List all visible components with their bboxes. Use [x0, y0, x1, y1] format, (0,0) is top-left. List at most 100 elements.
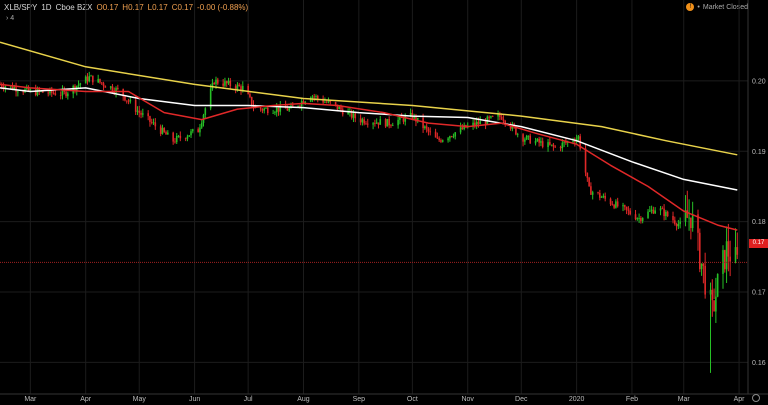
- candle-body: [641, 217, 644, 221]
- candle-body: [197, 129, 199, 133]
- candle-body: [340, 106, 342, 110]
- candle-body: [549, 142, 551, 145]
- candle-body: [54, 93, 57, 96]
- candle-body: [222, 83, 224, 86]
- candle-body: [124, 96, 126, 101]
- candle-body: [522, 134, 524, 142]
- candle-body: [554, 146, 556, 148]
- candle-body: [186, 136, 189, 139]
- y-tick-label: 0.16: [752, 360, 766, 367]
- x-tick-label: 2020: [569, 396, 585, 403]
- candle-body: [534, 141, 537, 144]
- candle-body: [524, 139, 526, 142]
- candle-body: [440, 140, 442, 142]
- candle-body: [490, 116, 492, 118]
- x-tick-label: Feb: [626, 396, 638, 403]
- settings-gear-icon[interactable]: [752, 394, 760, 402]
- candle-body: [136, 110, 139, 112]
- candle-body: [377, 122, 380, 125]
- candle-body: [224, 81, 226, 86]
- candle-body: [727, 241, 730, 257]
- y-tick-label: 0.18: [752, 219, 766, 226]
- candle-body: [538, 138, 540, 143]
- candle-body: [638, 218, 640, 219]
- candle-body: [159, 126, 162, 134]
- candle-body: [241, 85, 244, 91]
- x-tick-label: Oct: [407, 396, 418, 403]
- candle-body: [600, 197, 603, 198]
- candle-body: [477, 121, 480, 125]
- candle-body: [663, 208, 665, 217]
- candle-body: [17, 91, 19, 93]
- candle-body: [700, 263, 703, 270]
- candle-body: [484, 121, 487, 125]
- last-price-tag: 0.17: [749, 239, 768, 248]
- candle-body: [734, 247, 737, 262]
- candle-body: [441, 140, 444, 142]
- candle-body: [672, 215, 674, 221]
- candle-body: [104, 86, 107, 88]
- candle-body: [715, 296, 717, 312]
- candle-body: [277, 107, 280, 112]
- candle-body: [366, 123, 369, 125]
- price-chart[interactable]: 0.16 0.17 0.18 0.19 0.20 Mar Apr May Jun Jul Aug S…: [0, 0, 768, 405]
- candle-body: [424, 126, 426, 129]
- x-tick-label: Apr: [80, 396, 92, 403]
- candle-body: [274, 112, 276, 114]
- candle-body: [261, 109, 264, 111]
- candle-body: [561, 142, 564, 149]
- candle-body: [361, 119, 364, 123]
- x-tick-label: May: [133, 396, 147, 403]
- candle-body: [650, 209, 653, 211]
- x-tick-label: Nov: [461, 396, 474, 403]
- candle-body: [686, 210, 689, 218]
- x-tick-label: Mar: [24, 396, 37, 403]
- candle-body: [59, 95, 62, 96]
- candle-body: [661, 208, 664, 210]
- candle-body: [174, 141, 176, 143]
- candle-body: [665, 211, 667, 217]
- candle-body: [22, 91, 25, 93]
- candle-body: [297, 105, 299, 107]
- candle-body: [190, 131, 192, 136]
- candle-body: [577, 136, 580, 139]
- candle-body: [438, 138, 440, 141]
- candle-body: [636, 218, 639, 220]
- candle-body: [640, 218, 642, 221]
- candle-body: [584, 148, 587, 173]
- y-tick-label: 0.19: [752, 149, 766, 156]
- candle-body: [315, 96, 317, 97]
- candle-body: [79, 83, 82, 85]
- candle-body: [100, 82, 103, 84]
- candle-body: [688, 217, 690, 219]
- candle-body: [540, 141, 542, 143]
- candle-body: [659, 208, 662, 211]
- candle-body: [599, 192, 601, 198]
- candle-body: [649, 210, 651, 212]
- candle-body: [565, 142, 567, 143]
- candle-body: [488, 116, 490, 118]
- candle-body: [452, 136, 455, 138]
- candle-body: [591, 192, 594, 195]
- candle-body: [597, 192, 599, 194]
- candle-body: [275, 107, 278, 113]
- candle-body: [516, 134, 519, 135]
- candle-body: [327, 100, 330, 103]
- candle-body: [536, 138, 539, 142]
- candle-body: [541, 141, 544, 148]
- candle-body: [325, 101, 328, 103]
- candle-body: [352, 113, 355, 118]
- candle-body: [338, 106, 340, 110]
- candle-body: [177, 135, 180, 137]
- candle-body: [704, 265, 706, 295]
- candle-body: [142, 113, 144, 115]
- candle-body: [429, 131, 432, 133]
- candle-body: [652, 209, 655, 214]
- candle-body: [379, 119, 382, 125]
- candle-body: [547, 142, 549, 148]
- candle-body: [213, 82, 216, 85]
- candle-body: [199, 127, 201, 133]
- candle-body: [288, 108, 291, 111]
- x-tick-label: Dec: [515, 396, 528, 403]
- moving-average-line-0: [0, 41, 738, 156]
